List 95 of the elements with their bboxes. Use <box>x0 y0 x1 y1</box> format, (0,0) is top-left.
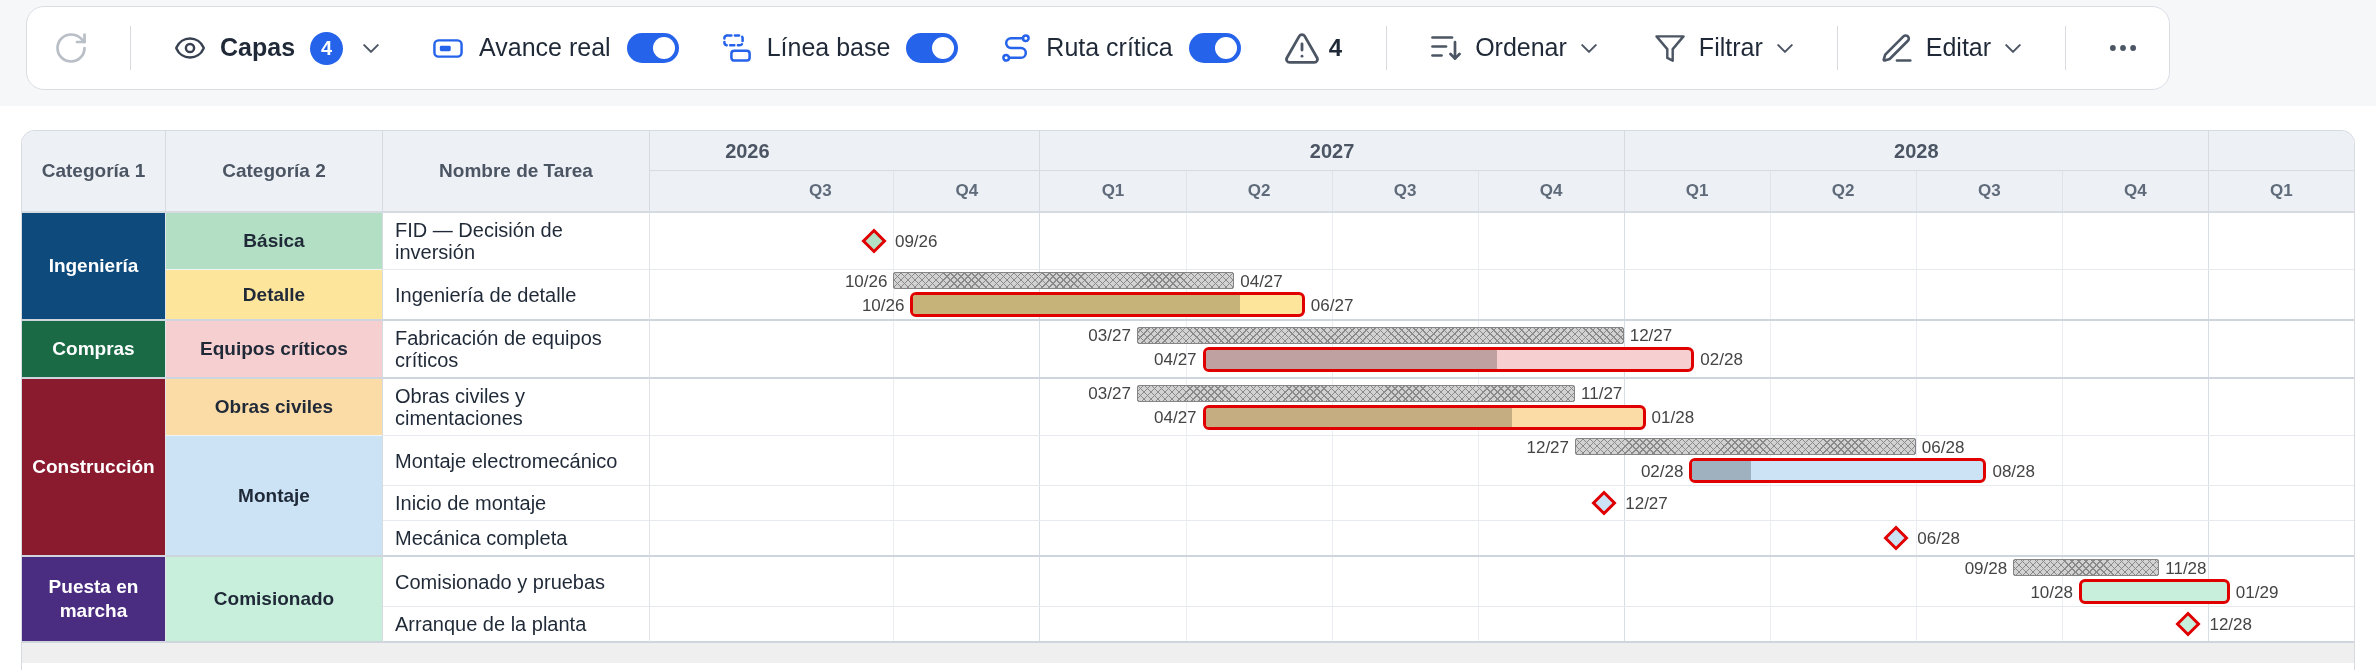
subcategory-cell: Detalle <box>166 270 383 321</box>
year-label: 2027 <box>1309 138 1355 164</box>
count-badge: 4 <box>310 31 344 65</box>
progress-bar-icon <box>433 38 464 58</box>
date-label: 12/28 <box>2209 615 2252 633</box>
quarter-label: Q3 <box>1393 180 1417 203</box>
category-cell: Puesta en marcha <box>22 557 166 643</box>
toggle-switch[interactable] <box>906 33 959 63</box>
date-label: 10/26 <box>844 272 888 289</box>
toggle-label: Ruta crítica <box>1046 32 1173 64</box>
category-cell: Compras <box>22 321 166 379</box>
refresh-icon <box>56 33 86 63</box>
task-bar[interactable] <box>2078 579 2230 604</box>
date-label: 09/26 <box>894 232 938 250</box>
diamond-icon[interactable] <box>2175 611 2202 637</box>
toggle-switch[interactable] <box>626 33 679 63</box>
task-name-cell: Montaje electromecánico <box>383 436 650 486</box>
date-label: 11/28 <box>2165 559 2207 576</box>
chevron-down-icon <box>1776 43 1793 53</box>
date-label: 10/28 <box>2030 583 2073 600</box>
edit-button[interactable]: Editar <box>1881 29 2022 67</box>
category-cell: Ingeniería <box>22 213 166 321</box>
task-name-cell: Inicio de montaje <box>383 486 650 521</box>
horizontal-scrollbar[interactable] <box>22 643 2354 663</box>
chevron-down-icon <box>1580 43 1597 53</box>
category-cell: Construcción <box>22 379 166 557</box>
date-label: 03/27 <box>1088 326 1131 344</box>
task-bar[interactable] <box>1689 458 1987 483</box>
toggle-label: Avance real <box>479 32 611 64</box>
warnings-button[interactable]: 4 <box>1284 30 1343 66</box>
quarter-label: Q2 <box>1831 180 1855 203</box>
date-label: 12/27 <box>1526 438 1569 455</box>
quarter-label: Q4 <box>1539 180 1563 203</box>
stacked-bars-icon <box>722 34 751 62</box>
quarter-label: Q4 <box>2123 180 2147 203</box>
pencil-icon <box>1881 34 1912 62</box>
subcategory-cell: Comisionado <box>166 557 383 643</box>
task-name-cell: Comisionado y pruebas <box>383 557 650 607</box>
quarter-label: Q3 <box>1977 180 2001 203</box>
toggle-label: Línea base <box>766 32 891 64</box>
task-name-cell: Fabricación de equipos críticos <box>383 321 650 379</box>
subcategory-cell: Montaje <box>166 436 383 557</box>
chevron-down-icon <box>2005 43 2022 53</box>
date-label: 09/28 <box>1964 559 2008 576</box>
task-name-cell: FID — Decisión de inversión <box>383 213 650 270</box>
year-label: 2026 <box>725 138 770 164</box>
subcategory-cell: Obras civiles <box>166 379 383 436</box>
date-label: 06/28 <box>1917 529 1960 547</box>
task-name-cell: Ingeniería de detalle <box>383 270 650 321</box>
date-label: 04/27 <box>1154 408 1197 426</box>
route-icon <box>1002 34 1031 62</box>
quarter-label: Q2 <box>1247 180 1271 203</box>
diamond-icon[interactable] <box>1591 490 1618 516</box>
date-label: 02/28 <box>1640 462 1684 479</box>
column-header: Categoría 2 <box>166 131 383 211</box>
date-label: 11/27 <box>1581 384 1623 402</box>
date-label: 06/28 <box>1921 438 1965 455</box>
date-label: 01/28 <box>1651 408 1695 426</box>
task-bar[interactable] <box>1202 346 1695 372</box>
column-header: Nombre de Tarea <box>383 131 650 211</box>
task-name-cell: Mecánica completa <box>383 521 650 557</box>
quarter-label: Q1 <box>1101 180 1125 203</box>
subcategory-cell: Equipos críticos <box>166 321 383 379</box>
more-icon <box>2110 45 2137 51</box>
date-label: 06/27 <box>1310 296 1354 313</box>
diamond-icon[interactable] <box>860 228 887 254</box>
quarter-label: Q1 <box>1685 180 1709 203</box>
date-label: 02/28 <box>1700 350 1743 368</box>
toggle-switch[interactable] <box>1188 33 1241 63</box>
task-bar[interactable] <box>1202 404 1646 430</box>
layers-button[interactable]: Capas 4 <box>175 29 380 67</box>
sort-button[interactable]: Ordenar <box>1431 29 1597 67</box>
chevron-down-icon <box>363 43 380 53</box>
warning-icon <box>1284 32 1319 64</box>
date-label: 12/27 <box>1625 494 1668 512</box>
date-label: 10/26 <box>861 296 905 313</box>
date-label: 12/27 <box>1629 326 1673 344</box>
quarter-label: Q3 <box>809 180 832 203</box>
quarter-label: Q1 <box>2270 180 2293 203</box>
date-label: 01/29 <box>2235 583 2279 600</box>
date-label: 03/27 <box>1088 384 1131 402</box>
year-label: 2028 <box>1894 138 1939 164</box>
funnel-icon <box>1654 34 1685 62</box>
date-label: 04/27 <box>1240 272 1283 289</box>
task-bar[interactable] <box>910 292 1305 317</box>
column-header: Categoría 1 <box>22 131 166 211</box>
date-label: 04/27 <box>1154 350 1197 368</box>
quarter-label: Q4 <box>955 180 979 203</box>
task-name-cell: Obras civiles y cimentaciones <box>383 379 650 436</box>
subcategory-cell: Básica <box>166 213 383 270</box>
diamond-icon[interactable] <box>1883 525 1910 551</box>
eye-icon <box>175 37 205 59</box>
date-label: 08/28 <box>1992 462 2035 479</box>
sort-icon <box>1431 36 1462 60</box>
filter-button[interactable]: Filtrar <box>1654 29 1793 67</box>
